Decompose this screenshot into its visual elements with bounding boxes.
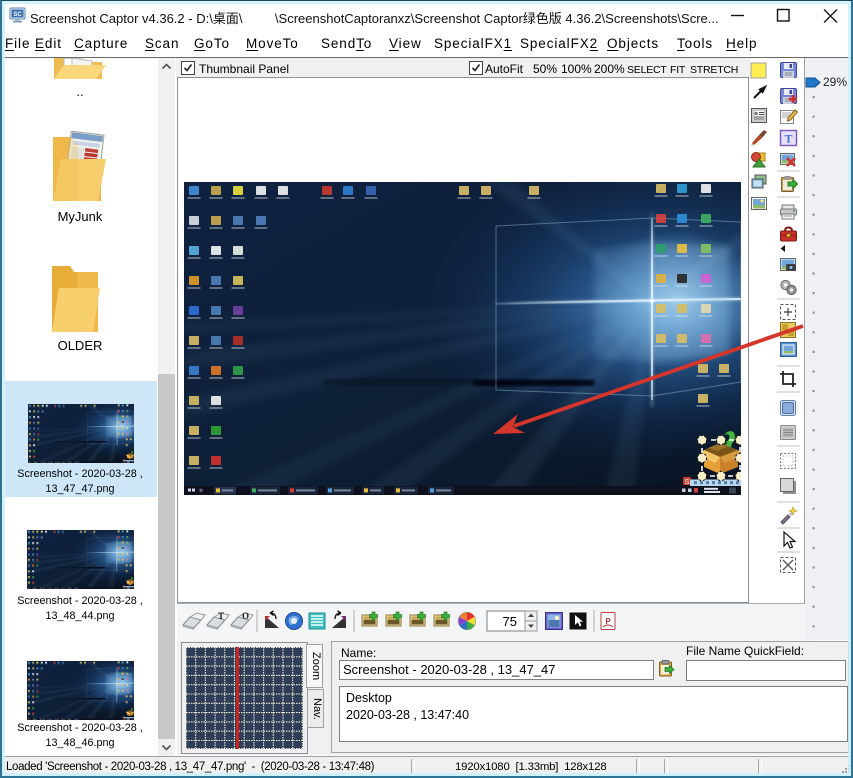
svg-text:O: O xyxy=(242,611,249,621)
svg-text:T: T xyxy=(218,611,224,621)
svg-text:75: 75 xyxy=(503,614,517,629)
svg-text:T: T xyxy=(784,132,792,146)
svg-text:29%: 29% xyxy=(823,75,847,89)
svg-text:SC: SC xyxy=(13,12,22,18)
